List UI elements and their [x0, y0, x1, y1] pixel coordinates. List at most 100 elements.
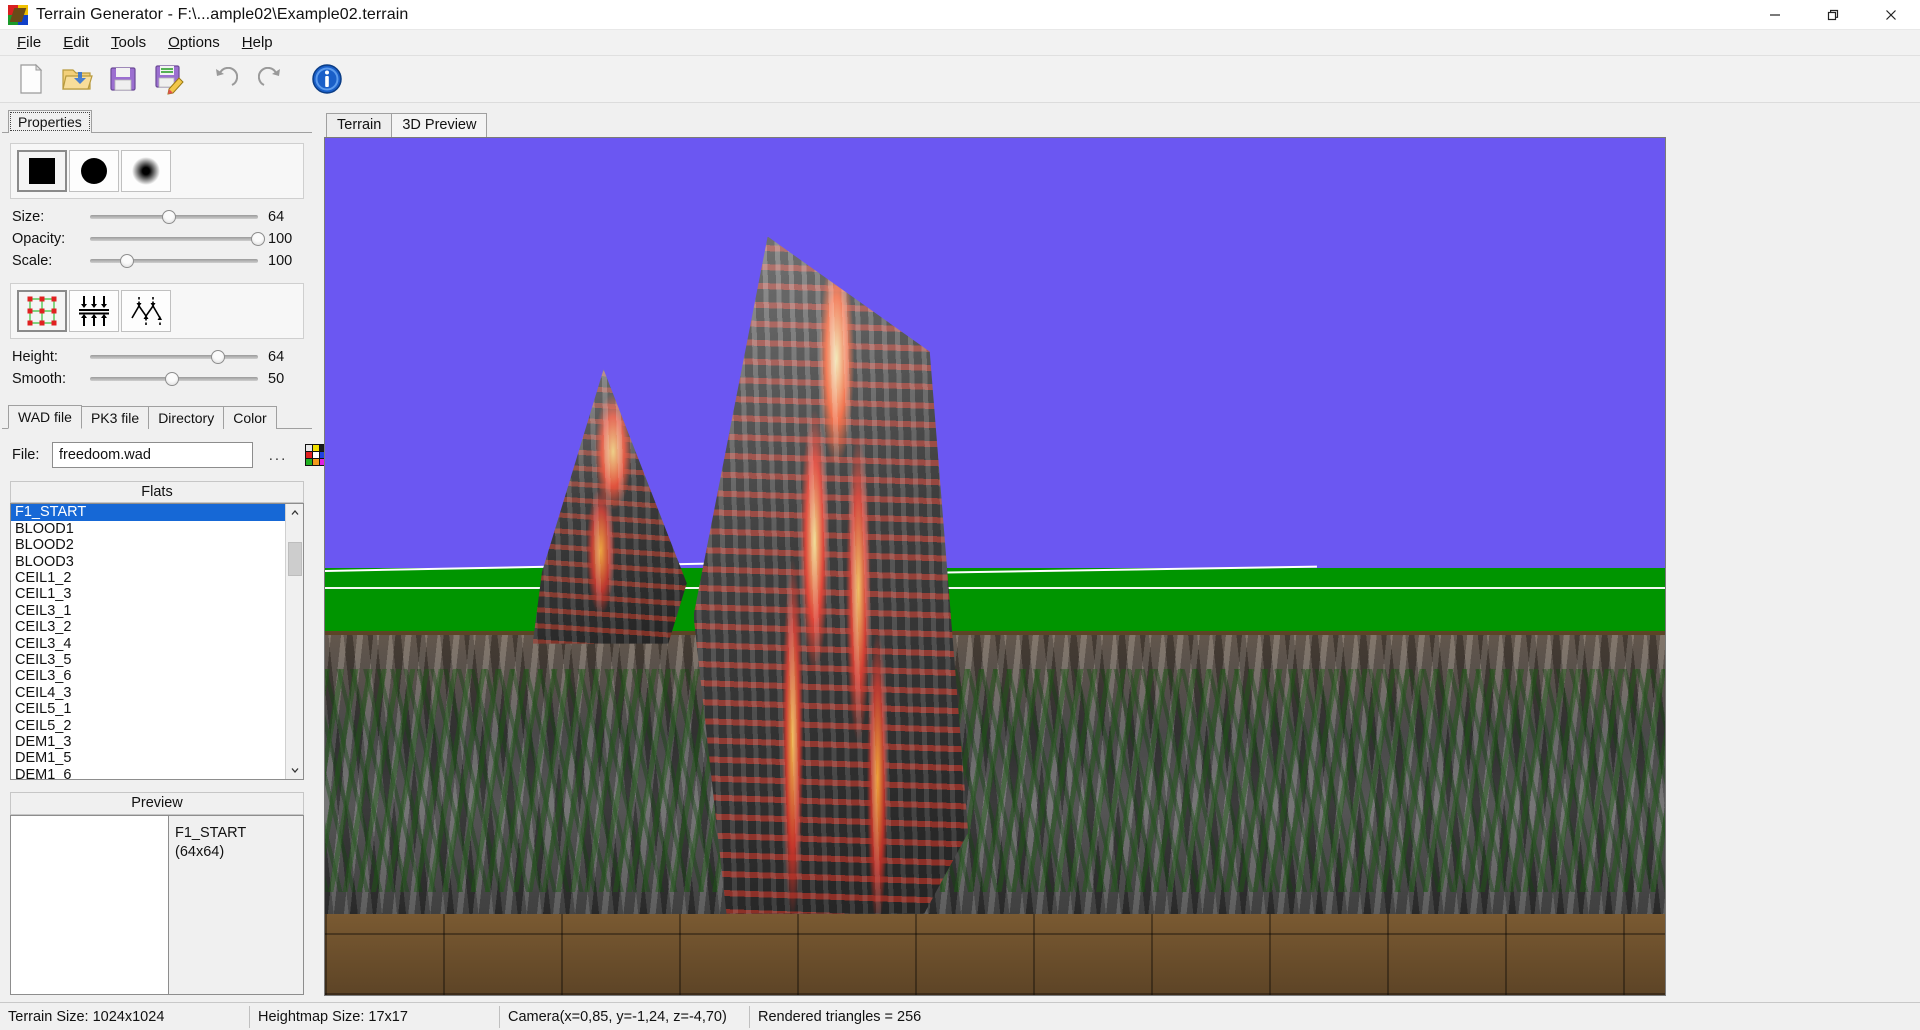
tab-terrain[interactable]: Terrain — [326, 113, 393, 137]
brush-circle-button[interactable] — [69, 150, 119, 192]
minimize-icon[interactable] — [1746, 0, 1804, 30]
list-item[interactable]: DEM1_3 — [11, 734, 285, 750]
menu-tools[interactable]: Tools — [100, 31, 157, 54]
smooth-tool-button[interactable] — [121, 290, 171, 332]
list-item[interactable]: CEIL5_1 — [11, 701, 285, 717]
flats-list[interactable]: F1_START BLOOD1 BLOOD2 BLOOD3 CEIL1_2 CEIL1_3… — [11, 504, 285, 779]
opacity-slider[interactable] — [90, 229, 265, 249]
window-title: Terrain Generator - F:\...ample02\Exampl… — [36, 5, 409, 23]
save-icon[interactable] — [102, 59, 144, 99]
new-file-icon[interactable] — [10, 59, 52, 99]
tab-3d-preview[interactable]: 3D Preview — [391, 113, 488, 137]
height-slider-thumb[interactable] — [210, 350, 225, 364]
smooth-slider-thumb[interactable] — [165, 372, 180, 386]
flats-scroll-thumb[interactable] — [288, 542, 302, 577]
wad-file-input[interactable] — [52, 442, 253, 468]
view-panel: Terrain 3D Preview — [312, 103, 1920, 1002]
smooth-slider[interactable] — [90, 369, 258, 389]
height-value: 64 — [268, 349, 285, 365]
menu-edit[interactable]: Edit — [52, 31, 100, 54]
3d-viewport[interactable] — [324, 137, 1666, 996]
info-icon[interactable] — [306, 59, 348, 99]
scale-slider[interactable] — [90, 251, 258, 271]
opacity-slider-thumb[interactable] — [251, 232, 265, 246]
size-slider-row: Size: 64 — [12, 207, 302, 227]
status-camera: Camera(x=0,85, y=-1,24, z=-4,70) — [500, 1005, 750, 1028]
flats-scrollbar[interactable] — [285, 504, 303, 780]
menu-bar: FFileile Edit Tools Options Help — [0, 30, 1920, 56]
opacity-value: 100 — [268, 231, 293, 247]
save-as-icon[interactable] — [148, 59, 190, 99]
size-slider[interactable] — [90, 207, 258, 227]
source-tabstrip: WAD file PK3 file Directory Color — [2, 405, 312, 429]
list-item[interactable]: BLOOD2 — [11, 537, 285, 553]
status-bar: Terrain Size: 1024x1024 Heightmap Size: … — [0, 1002, 1920, 1030]
list-item[interactable]: CEIL3_4 — [11, 636, 285, 652]
list-item[interactable]: F1_START — [11, 504, 285, 521]
preview-size: (64x64) — [175, 843, 225, 860]
size-label: Size: — [12, 209, 45, 225]
wad-file-row: File: ... — [12, 441, 327, 469]
list-item[interactable]: CEIL3_5 — [11, 652, 285, 668]
list-item[interactable]: DEM1_6 — [11, 767, 285, 779]
menu-file[interactable]: FFileile — [6, 31, 52, 54]
scale-slider-thumb[interactable] — [119, 254, 134, 268]
brush-soft-circle-button[interactable] — [121, 150, 171, 192]
flats-header: Flats — [10, 481, 304, 504]
height-slider-rail — [90, 355, 258, 359]
app-logo-icon — [8, 4, 28, 25]
tab-color[interactable]: Color — [223, 406, 277, 429]
scale-slider-rail — [90, 259, 258, 263]
list-item[interactable]: CEIL4_3 — [11, 685, 285, 701]
smooth-value: 50 — [268, 371, 285, 387]
opacity-slider-rail — [90, 237, 258, 241]
opacity-label: Opacity: — [12, 231, 66, 247]
tab-properties[interactable]: Properties — [8, 110, 92, 133]
preview-name: F1_START — [175, 824, 247, 841]
redo-icon[interactable] — [250, 59, 292, 99]
restore-icon[interactable] — [1804, 0, 1862, 30]
terrain-generator-window: Terrain Generator - F:\...ample02\Exampl… — [0, 0, 1920, 1030]
opacity-slider-row: Opacity: 100 — [12, 229, 302, 249]
viewport-wrap — [316, 137, 1920, 1002]
menu-help[interactable]: Help — [231, 31, 284, 54]
sky — [325, 138, 1665, 571]
tab-directory[interactable]: Directory — [148, 406, 225, 429]
flatten-tool-button[interactable] — [69, 290, 119, 332]
tab-pk3-file[interactable]: PK3 file — [80, 406, 150, 429]
view-tabstrip: Terrain 3D Preview — [316, 111, 1920, 137]
undo-icon[interactable] — [204, 59, 246, 99]
list-item[interactable]: CEIL1_3 — [11, 586, 285, 602]
list-item[interactable]: DEM1_5 — [11, 750, 285, 766]
close-icon[interactable] — [1862, 0, 1920, 30]
list-item[interactable]: CEIL1_2 — [11, 570, 285, 586]
grid-points-tool-button[interactable] — [17, 290, 67, 332]
list-item[interactable]: CEIL5_2 — [11, 718, 285, 734]
brush-square-button[interactable] — [17, 150, 67, 192]
flats-list-wrap: F1_START BLOOD1 BLOOD2 BLOOD3 CEIL1_2 CEIL1_3… — [10, 503, 304, 781]
brush-sliders: Size: 64 Opacity: 100 Scale: 100 — [12, 207, 302, 273]
list-item[interactable]: CEIL3_1 — [11, 603, 285, 619]
list-item[interactable]: CEIL3_6 — [11, 668, 285, 684]
scale-label: Scale: — [12, 253, 53, 269]
brush-shape-group — [10, 143, 304, 199]
floor-tiles — [325, 913, 1665, 995]
preview-image — [11, 815, 169, 994]
browse-button[interactable]: ... — [261, 443, 295, 467]
open-folder-icon[interactable] — [56, 59, 98, 99]
menu-options[interactable]: Options — [157, 31, 231, 54]
scale-slider-row: Scale: 100 — [12, 251, 302, 271]
size-slider-thumb[interactable] — [161, 210, 176, 224]
scroll-up-icon[interactable] — [285, 504, 303, 523]
height-slider[interactable] — [90, 347, 258, 367]
grass-fringe — [325, 669, 1665, 893]
height-label: Height: — [12, 349, 58, 365]
list-item[interactable]: CEIL3_2 — [11, 619, 285, 635]
list-item[interactable]: BLOOD1 — [11, 521, 285, 537]
list-item[interactable]: BLOOD3 — [11, 554, 285, 570]
file-label: File: — [12, 447, 40, 463]
main-toolbar — [0, 56, 1920, 103]
tab-wad-file[interactable]: WAD file — [8, 405, 82, 429]
smooth-slider-row: Smooth: 50 — [12, 369, 302, 389]
scroll-down-icon[interactable] — [285, 761, 303, 780]
